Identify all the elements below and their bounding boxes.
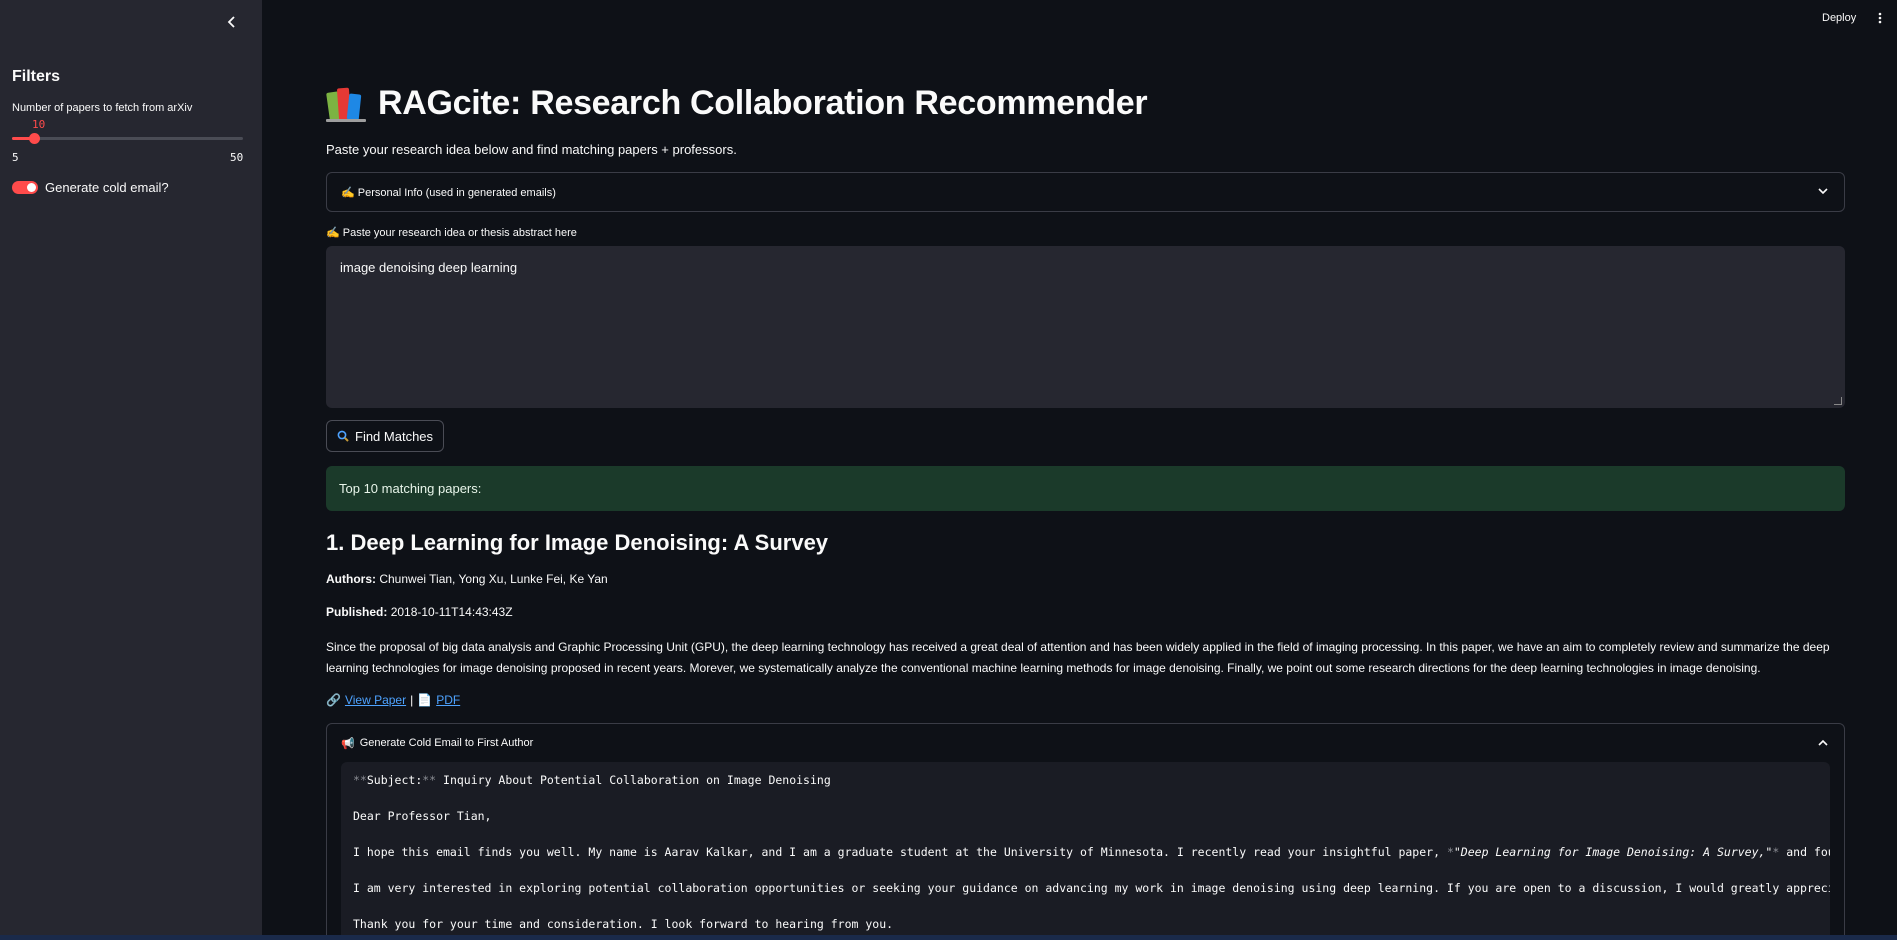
email-line-2: I am very interested in exploring potent… [353,881,1830,895]
cold-email-toggle-label: Generate cold email? [45,180,169,195]
page-title-row: RAGcite: Research Collaboration Recommen… [326,84,1148,123]
papers-slider[interactable] [12,133,243,144]
research-idea-value: image denoising deep learning [340,260,518,275]
paper-title: 1. Deep Learning for Image Denoising: A … [326,530,829,555]
slider-max: 50 [230,151,244,164]
page-title: RAGcite: Research Collaboration Recommen… [378,84,1148,122]
cold-email-toggle-row[interactable]: Generate cold email? [12,180,169,195]
cold-email-toggle[interactable] [12,181,38,194]
cold-email-expander[interactable]: 📢 Generate Cold Email to First Author **… [326,723,1845,940]
personal-info-header[interactable]: ✍️ Personal Info (used in generated emai… [327,173,1844,211]
authors-label: Authors: [326,572,376,586]
personal-info-label: ✍️ Personal Info (used in generated emai… [341,186,556,199]
paper-abstract: Since the proposal of big data analysis … [326,640,1830,675]
find-matches-button[interactable]: Find Matches [326,420,445,452]
paper-links: 🔗 View Paper | 📄 PDF [326,693,460,707]
deploy-button[interactable]: Deploy [1822,12,1856,24]
published-value: 2018-10-11T14:43:43Z [390,605,513,619]
email-code-block: **Subject:** Inquiry About Potential Col… [341,762,1830,940]
collapse-sidebar-button[interactable] [220,10,244,34]
slider-value: 10 [32,118,46,131]
find-matches-label: Find Matches [355,428,434,444]
cold-email-header[interactable]: 📢 Generate Cold Email to First Author [327,724,1844,762]
chevron-down-icon [1816,186,1830,198]
authors-value: Chunwei Tian, Yong Xu, Lunke Fei, Ke Yan [379,572,608,586]
email-line-1: I hope this email finds you well. My nam… [353,845,1830,859]
toggle-knob [27,183,36,192]
slider-label: Number of papers to fetch from arXiv [12,102,193,114]
resize-handle-icon[interactable] [1834,397,1842,405]
slider-min: 5 [12,151,19,164]
success-alert: Top 10 matching papers: [326,466,1845,511]
chevron-up-icon [1816,737,1830,749]
app-root: Filters Number of papers to fetch from a… [0,0,1897,940]
bottom-edge [0,935,1897,940]
sidebar: Filters Number of papers to fetch from a… [0,0,262,940]
document-icon: 📄 [417,693,433,707]
paper-published: Published: 2018-10-11T14:43:43Z [326,605,513,619]
intro-text: Paste your research idea below and find … [326,142,737,157]
pdf-link[interactable]: PDF [436,693,460,707]
main-menu-icon[interactable] [1876,12,1884,24]
sidebar-title: Filters [12,68,61,85]
research-idea-textarea[interactable]: image denoising deep learning [326,246,1845,408]
slider-thumb[interactable] [29,133,40,144]
magnifier-icon [337,430,349,442]
link-separator: | [410,693,414,707]
books-icon [326,86,366,122]
megaphone-icon: 📢 [341,737,355,750]
paper-authors: Authors: Chunwei Tian, Yong Xu, Lunke Fe… [326,572,608,586]
email-greeting: Dear Professor Tian, [353,809,492,823]
published-label: Published: [326,605,388,619]
cold-email-header-label: Generate Cold Email to First Author [359,737,534,749]
email-subject-line: **Subject:** Inquiry About Potential Col… [353,773,831,787]
research-idea-label: ✍️ Paste your research idea or thesis ab… [326,227,577,239]
personal-info-expander[interactable]: ✍️ Personal Info (used in generated emai… [326,172,1845,212]
view-paper-link[interactable]: View Paper [345,693,406,707]
chevron-left-icon [227,16,235,28]
link-icon: 🔗 [326,693,341,707]
success-text: Top 10 matching papers: [339,481,482,496]
